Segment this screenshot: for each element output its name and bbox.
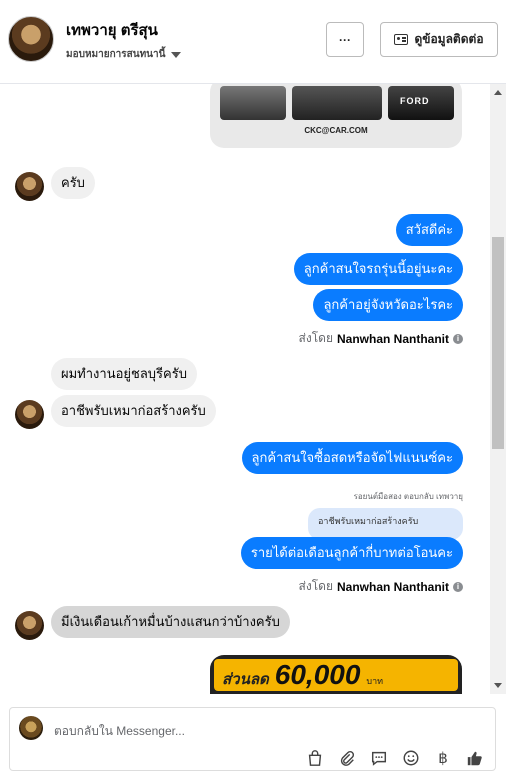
info-icon[interactable]: i — [453, 581, 463, 592]
image-caption: CKC@CAR.COM — [304, 126, 368, 135]
sender-avatar — [15, 611, 44, 640]
chat-icon[interactable] — [369, 748, 389, 768]
message-composer: ตอบกลับใน Messenger... ฿ — [9, 707, 496, 771]
emoji-icon[interactable] — [401, 748, 421, 768]
quoted-message[interactable]: อาชีพรับเหมาก่อสร้างครับ — [308, 508, 463, 540]
message-outgoing: ลูกค้าสนใจรถรุ่นนี้อยู่นะคะ — [293, 253, 463, 285]
conversation-header: เทพวายุ ตรีสุน มอบหมายการสนทนานี้ ··· ดู… — [0, 0, 506, 84]
reply-input[interactable]: ตอบกลับใน Messenger... — [54, 722, 185, 741]
message-incoming: มีเงินเดือนเก้าหมื่นบ้างแสนกว่าบ้างครับ — [51, 606, 290, 638]
message-outgoing: รายได้ต่อเดือนลูกค้ากี่บาทต่อโอนคะ — [240, 537, 463, 569]
contact-avatar[interactable] — [8, 16, 54, 62]
contact-name[interactable]: เทพวายุ ตรีสุน — [66, 18, 158, 42]
message-thread: FORD CKC@CAR.COM ครับ สวัสดีค่ะ ลูกค้าสน… — [0, 84, 490, 694]
view-contact-button[interactable]: ดูข้อมูลติดต่อ — [380, 22, 498, 57]
more-options-button[interactable]: ··· — [326, 22, 364, 57]
car-image-attachment[interactable]: FORD CKC@CAR.COM — [210, 84, 462, 148]
message-outgoing: ลูกค้าสนใจซื้อสดหรือจัดไฟแนนซ์คะ — [241, 442, 463, 474]
scrollbar-thumb[interactable] — [492, 237, 504, 449]
sender-name: Nanwhan Nanthanit — [336, 331, 449, 346]
view-contact-label: ดูข้อมูลติดต่อ — [414, 32, 484, 46]
sent-by-prefix: ส่งโดย — [298, 331, 333, 345]
car-photo — [220, 86, 286, 120]
scroll-up-icon[interactable] — [494, 90, 502, 95]
shopping-bag-icon[interactable] — [305, 748, 325, 768]
message-outgoing: สวัสดีค่ะ — [395, 214, 463, 246]
message-incoming: ผมทำงานอยู่ชลบุรีครับ — [51, 358, 197, 390]
discount-banner: ส่วนลด 60,000 บาท — [214, 659, 458, 691]
paperclip-icon[interactable] — [337, 748, 357, 768]
composer-toolbar: ฿ — [305, 748, 485, 768]
info-icon[interactable]: i — [453, 333, 463, 344]
thread-scrollbar[interactable] — [490, 84, 506, 694]
scroll-down-icon[interactable] — [494, 683, 502, 688]
sent-by-label: ส่งโดย Nanwhan Nanthanit i — [299, 329, 463, 348]
sender-avatar — [15, 172, 44, 201]
chevron-down-icon — [171, 51, 182, 58]
sent-by-prefix: ส่งโดย — [298, 579, 333, 593]
assign-conversation-dropdown[interactable]: มอบหมายการสนทนานี้ — [66, 47, 182, 62]
message-outgoing: ลูกค้าอยู่จังหวัดอะไรคะ — [313, 289, 463, 321]
message-incoming: อาชีพรับเหมาก่อสร้างครับ — [51, 395, 216, 427]
discount-label: ส่วนลด — [222, 671, 269, 688]
sender-avatar — [15, 400, 44, 429]
thumbs-up-icon[interactable] — [465, 748, 485, 768]
discount-unit: บาท — [366, 676, 384, 686]
more-icon: ··· — [339, 32, 351, 47]
brand-text: FORD — [400, 96, 430, 106]
sent-by-label: ส่งโดย Nanwhan Nanthanit i — [299, 577, 463, 596]
sender-name: Nanwhan Nanthanit — [336, 579, 449, 594]
promo-image-attachment[interactable]: ส่วนลด 60,000 บาท — [210, 655, 462, 694]
message-incoming: ครับ — [51, 167, 95, 199]
page-avatar — [19, 716, 43, 740]
car-photo — [292, 86, 382, 120]
assign-label: มอบหมายการสนทนานี้ — [66, 49, 166, 60]
discount-amount: 60,000 — [274, 659, 361, 690]
contact-card-icon — [394, 34, 409, 45]
reply-indicator: รอยนต์มือสอง ตอบกลับ เทพวายุ — [353, 492, 463, 501]
baht-icon[interactable]: ฿ — [433, 748, 453, 768]
